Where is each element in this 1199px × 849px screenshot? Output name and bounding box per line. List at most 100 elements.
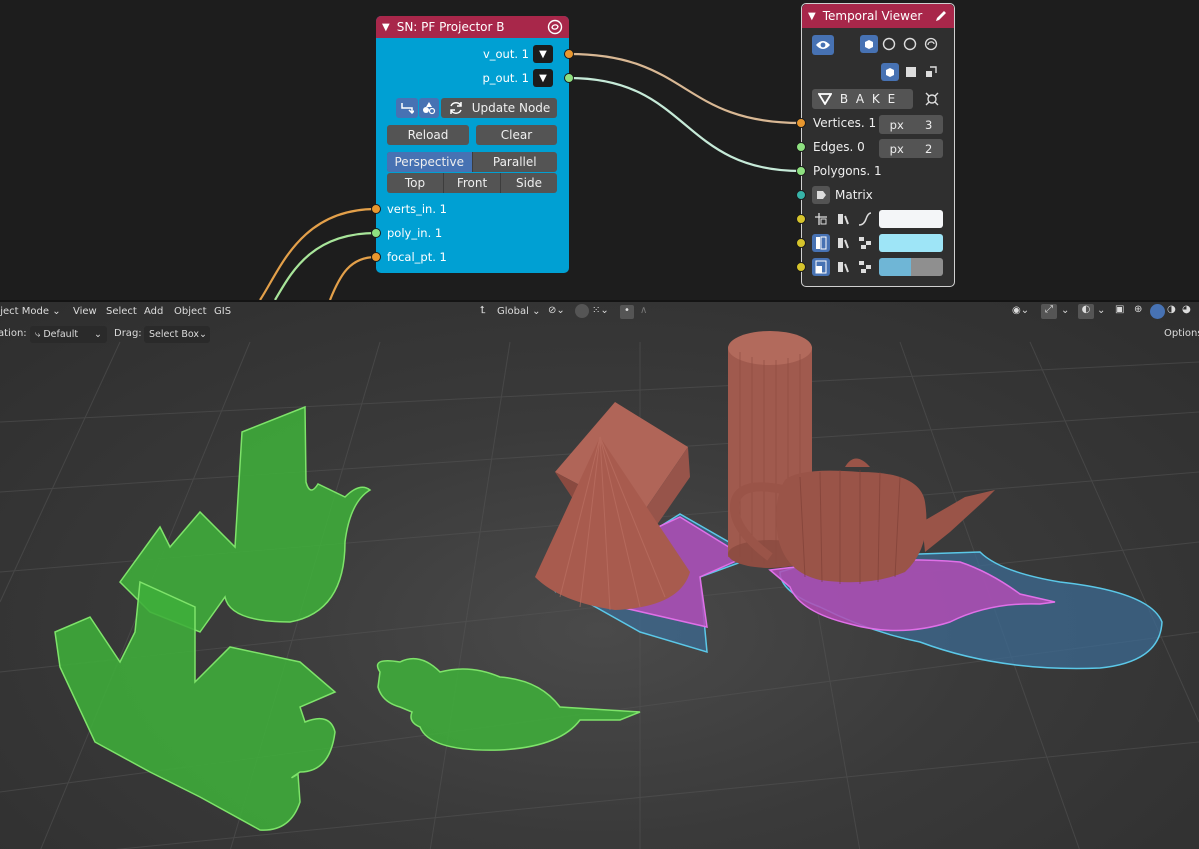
drag-value: Select Box	[149, 329, 199, 340]
matrix-socket[interactable]	[796, 190, 806, 200]
edge-width-value: 2	[925, 141, 933, 156]
input-label: verts_in. 1	[387, 202, 447, 216]
vertex-color-swatch[interactable]	[879, 210, 943, 228]
paint-icon[interactable]	[834, 210, 852, 228]
falloff-icon[interactable]: ∧	[640, 305, 647, 316]
bake-options-icon[interactable]	[923, 90, 941, 108]
solid-shading-icon[interactable]	[1150, 304, 1165, 319]
edge-width-field[interactable]: px 2	[879, 139, 943, 158]
visibility-icon[interactable]: ◉⌄	[1012, 305, 1029, 316]
menu-select[interactable]: Select	[106, 306, 137, 317]
edges-socket[interactable]	[796, 142, 806, 152]
projector-node[interactable]: ▼ SN: PF Projector B v_out. 1 ▼ p_out. 1…	[371, 16, 574, 273]
script-link-icon[interactable]	[547, 19, 563, 35]
proportional-edit-icon[interactable]: •	[620, 305, 634, 319]
polygons-socket[interactable]	[796, 166, 806, 176]
chevron-down-icon[interactable]: ⌄	[1061, 305, 1069, 316]
xray-icon[interactable]: ▣	[1115, 304, 1124, 315]
eye-icon[interactable]	[812, 35, 834, 55]
circle-outline-icon[interactable]	[880, 35, 898, 53]
sphere-outline-icon[interactable]	[901, 35, 919, 53]
node-editor[interactable]: ▼ SN: PF Projector B v_out. 1 ▼ p_out. 1…	[0, 0, 1199, 300]
top-view-button[interactable]: Top	[387, 173, 444, 193]
cube-display-icon[interactable]	[860, 35, 878, 53]
output-label: v_out. 1	[482, 47, 529, 61]
poly-in-socket[interactable]	[371, 228, 381, 238]
connect-toggle-icon[interactable]	[396, 98, 418, 118]
scene-render	[0, 331, 1199, 849]
collapse-icon[interactable]: ▼	[808, 11, 816, 22]
orientation-setting-dropdown[interactable]: ⤷ Default ⌄	[30, 326, 107, 343]
orientation-dropdown[interactable]: Global ⌄	[497, 306, 540, 317]
face-color-socket[interactable]	[796, 262, 806, 272]
paint-icon[interactable]	[834, 234, 852, 252]
edge-toggle-icon[interactable]	[812, 234, 830, 252]
vertex-color-socket[interactable]	[796, 214, 806, 224]
gizmo-icon[interactable]: ⤢	[1041, 304, 1057, 319]
clear-button[interactable]: Clear	[476, 125, 557, 145]
vertex-grid-icon[interactable]	[812, 210, 830, 228]
rendered-shading-icon[interactable]: ◕	[1182, 304, 1191, 315]
node-tree-icon[interactable]	[856, 234, 874, 252]
nodes-icon[interactable]	[419, 98, 439, 118]
chevron-down-icon[interactable]: ⌄	[1097, 305, 1105, 316]
transform-orientation-icon: ⮤	[480, 305, 486, 316]
front-view-button[interactable]: Front	[444, 173, 501, 193]
edge-color-swatch[interactable]	[879, 234, 943, 252]
edge-color-socket[interactable]	[796, 238, 806, 248]
snap-icon[interactable]	[575, 304, 589, 318]
projector-node-header[interactable]: ▼ SN: PF Projector B	[376, 16, 569, 38]
node-tree-icon[interactable]	[856, 258, 874, 276]
temporal-viewer-node[interactable]: ▼ Temporal Viewer B A K E Vertices. 1 px…	[796, 3, 955, 287]
wireframe-shading-icon[interactable]: ⊕	[1134, 304, 1142, 315]
chevron-down-icon: ⌄	[52, 306, 61, 317]
curve-icon[interactable]	[856, 210, 874, 228]
menu-add[interactable]: Add	[144, 306, 163, 317]
menu-gis[interactable]: GIS	[214, 306, 231, 317]
overlays-icon[interactable]: ◐	[1078, 304, 1094, 319]
face-color-swatch[interactable]	[879, 258, 943, 276]
vertices-socket[interactable]	[796, 118, 806, 128]
bake-button[interactable]: B A K E	[812, 89, 913, 109]
bake-label: B A K E	[839, 92, 898, 106]
focal-pt-socket[interactable]	[371, 252, 381, 262]
p-out-socket[interactable]	[564, 73, 574, 83]
viewer-node-header[interactable]: ▼ Temporal Viewer	[802, 4, 954, 28]
pivot-icon[interactable]: ⊘⌄	[548, 305, 565, 316]
3d-viewport[interactable]: Object Mode ⌄ View Select Add Object GIS…	[0, 300, 1199, 849]
v-out-dropdown[interactable]: ▼	[533, 45, 553, 63]
menu-object[interactable]: Object	[174, 306, 207, 317]
matrix-icon	[812, 186, 830, 204]
menu-view[interactable]: View	[73, 306, 97, 317]
reload-button[interactable]: Reload	[387, 125, 469, 145]
cube-solid-icon[interactable]	[881, 63, 899, 81]
v-out-socket[interactable]	[564, 49, 574, 59]
collapse-icon[interactable]: ▼	[382, 22, 390, 33]
pencil-icon[interactable]	[934, 9, 948, 23]
vertex-size-field[interactable]: px 3	[879, 115, 943, 134]
perspective-option[interactable]: Perspective	[387, 152, 473, 172]
mode-dropdown[interactable]: Object Mode ⌄	[0, 306, 61, 317]
square-solid-icon[interactable]	[902, 63, 920, 81]
snap-grid-icon[interactable]: ⁙⌄	[592, 305, 609, 316]
projected-shapes	[54, 405, 641, 831]
side-view-button[interactable]: Side	[501, 173, 557, 193]
p-out-dropdown[interactable]: ▼	[533, 69, 553, 87]
update-node-label: Update Node	[471, 101, 551, 115]
options-menu[interactable]: Options	[1164, 328, 1199, 339]
verts-in-socket[interactable]	[371, 204, 381, 214]
square-partial-icon[interactable]	[922, 63, 940, 81]
parallel-option[interactable]: Parallel	[473, 152, 558, 172]
unit-label: px	[889, 117, 904, 132]
projector-node-title: SN: PF Projector B	[396, 20, 505, 34]
drag-dropdown[interactable]: Select Box ⌄	[144, 326, 210, 343]
paint-icon[interactable]	[834, 258, 852, 276]
material-shading-icon[interactable]: ◑	[1167, 304, 1176, 315]
chevron-down-icon: ⌄	[199, 329, 207, 340]
unit-label: px	[889, 141, 904, 156]
output-v-out: v_out. 1 ▼	[483, 44, 553, 64]
link-icon[interactable]	[922, 35, 940, 53]
input-label: poly_in. 1	[387, 226, 443, 240]
update-node-button[interactable]: Update Node	[441, 98, 557, 118]
face-toggle-icon[interactable]	[812, 258, 830, 276]
